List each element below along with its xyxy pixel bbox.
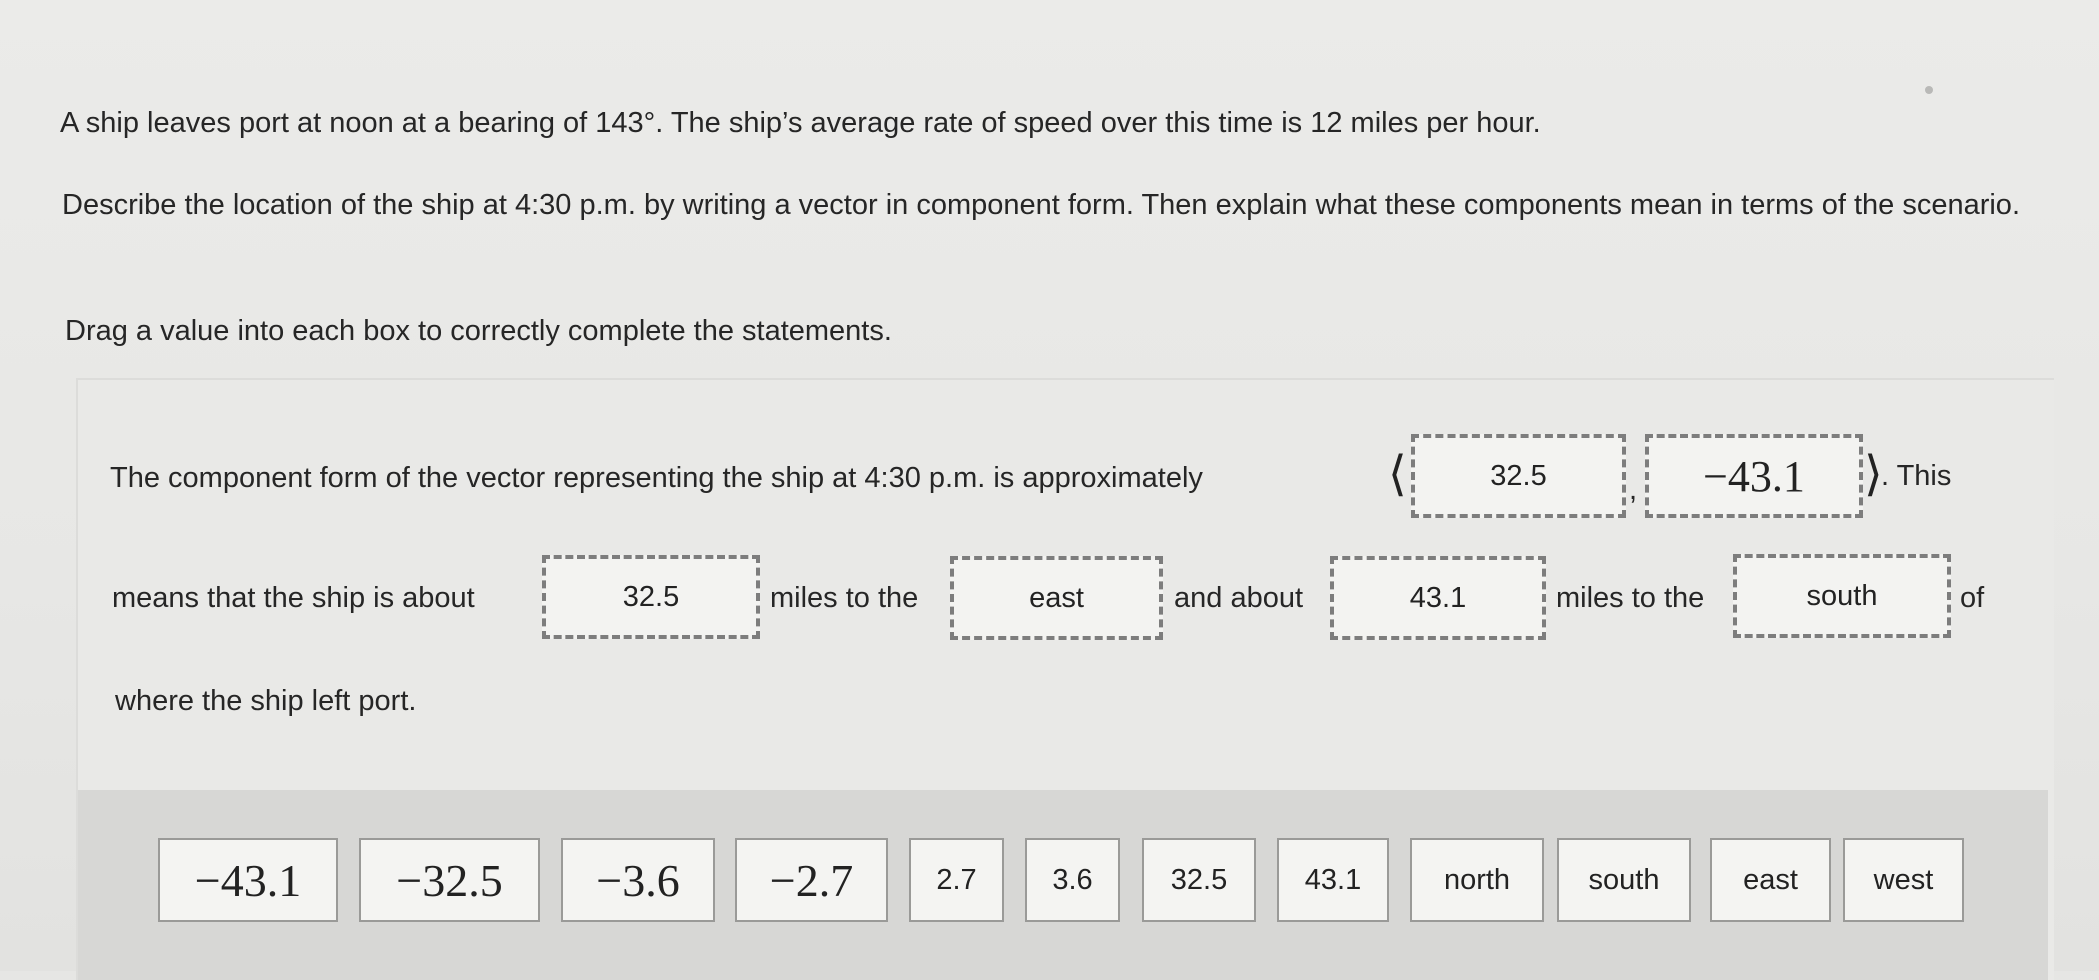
statement-part-6: miles to the (1556, 582, 1705, 614)
drop-box-x-component[interactable]: 32.5 (1411, 434, 1626, 518)
drop-box-distance-2[interactable]: 43.1 (1330, 556, 1546, 640)
left-angle-bracket: ⟨ (1388, 446, 1407, 502)
tile-west[interactable]: west (1843, 838, 1964, 922)
right-angle-bracket: ⟩ (1864, 446, 1883, 502)
question-line-2: Describe the location of the ship at 4:3… (62, 189, 2020, 221)
drop-box-direction-1[interactable]: east (950, 556, 1163, 640)
tile-north[interactable]: north (1410, 838, 1544, 922)
tile-3-6[interactable]: 3.6 (1025, 838, 1120, 922)
tile-2-7[interactable]: 2.7 (909, 838, 1004, 922)
tile-south[interactable]: south (1557, 838, 1691, 922)
question-line-1: A ship leaves port at noon at a bearing … (60, 107, 1541, 139)
statement-part-8: where the ship left port. (115, 685, 417, 717)
statement-part-4: miles to the (770, 582, 919, 614)
tile-neg-2-7[interactable]: −2.7 (735, 838, 888, 922)
statement-part-2: . This (1881, 460, 1952, 492)
tile-neg-32-5[interactable]: −32.5 (359, 838, 540, 922)
tile-32-5[interactable]: 32.5 (1142, 838, 1256, 922)
drop-box-y-component[interactable]: −43.1 (1645, 434, 1863, 518)
drop-box-direction-2[interactable]: south (1733, 554, 1951, 638)
comma: , (1629, 474, 1638, 506)
page-background: A ship leaves port at noon at a bearing … (0, 0, 2099, 980)
statement-part-3: means that the ship is about (112, 582, 475, 614)
instruction-text: Drag a value into each box to correctly … (65, 315, 892, 347)
decorative-dot (1925, 86, 1933, 94)
statement-part-7: of (1960, 582, 1985, 614)
tile-neg-43-1[interactable]: −43.1 (158, 838, 338, 922)
drop-box-distance-1[interactable]: 32.5 (542, 555, 760, 639)
tile-neg-3-6[interactable]: −3.6 (561, 838, 715, 922)
tile-43-1[interactable]: 43.1 (1277, 838, 1389, 922)
statement-part-5: and about (1174, 582, 1304, 614)
tile-east[interactable]: east (1710, 838, 1831, 922)
statement-part-1: The component form of the vector represe… (110, 462, 1203, 494)
